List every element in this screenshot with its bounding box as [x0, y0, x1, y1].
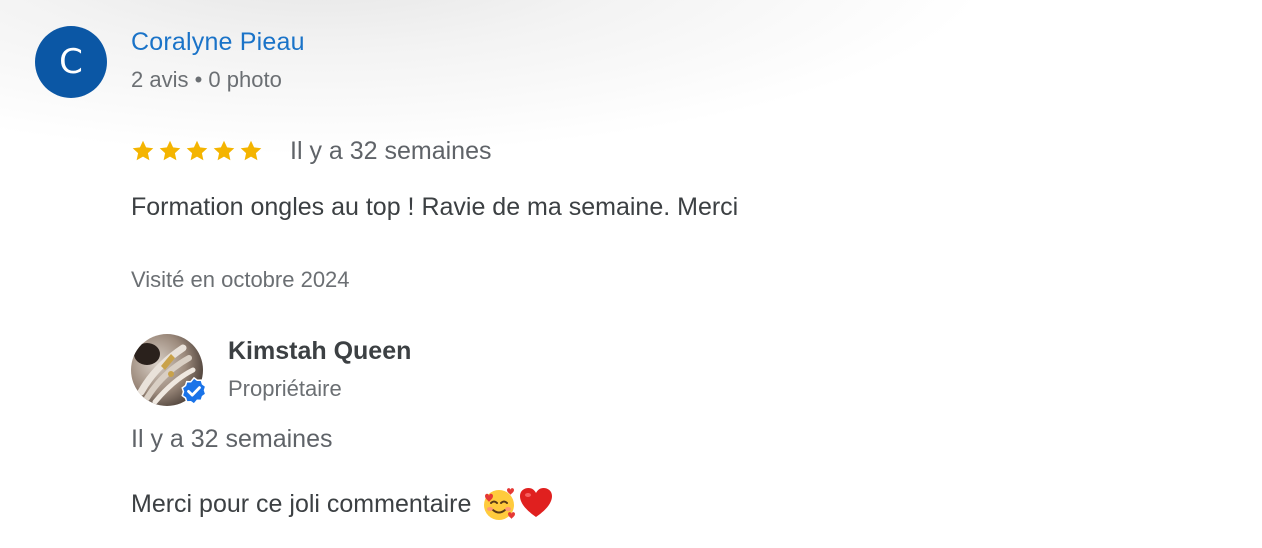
verified-badge-icon: [181, 376, 207, 406]
rating-row: Il y a 32 semaines: [131, 134, 492, 168]
review-date: Il y a 32 semaines: [290, 136, 492, 165]
reply-text: Merci pour ce joli commentaire: [131, 489, 472, 518]
review-text: Formation ongles au top ! Ravie de ma se…: [131, 193, 739, 221]
visit-date: Visité en octobre 2024: [131, 267, 350, 292]
star-icon: [159, 140, 181, 161]
red-heart-emoji: [520, 488, 553, 517]
owner-name: Kimstah Queen: [228, 337, 412, 365]
author-name-link[interactable]: Coralyne Pieau: [131, 28, 305, 57]
owner-avatar[interactable]: [131, 334, 207, 406]
reply-date: Il y a 32 semaines: [131, 425, 333, 453]
smiling-face-with-hearts-emoji: [484, 488, 516, 520]
author-meta: 2 avis • 0 photo: [131, 67, 282, 92]
review-card: C Coralyne Pieau 2 avis • 0 photo Il y a…: [0, 0, 1262, 548]
star-icon: [132, 140, 154, 161]
reply-text-row: Merci pour ce joli commentaire: [131, 486, 553, 522]
author-avatar[interactable]: C: [35, 26, 107, 98]
star-icon: [186, 140, 208, 161]
owner-role: Propriétaire: [228, 376, 342, 401]
star-rating: [131, 139, 263, 163]
star-icon: [240, 140, 262, 161]
star-icon: [213, 140, 235, 161]
